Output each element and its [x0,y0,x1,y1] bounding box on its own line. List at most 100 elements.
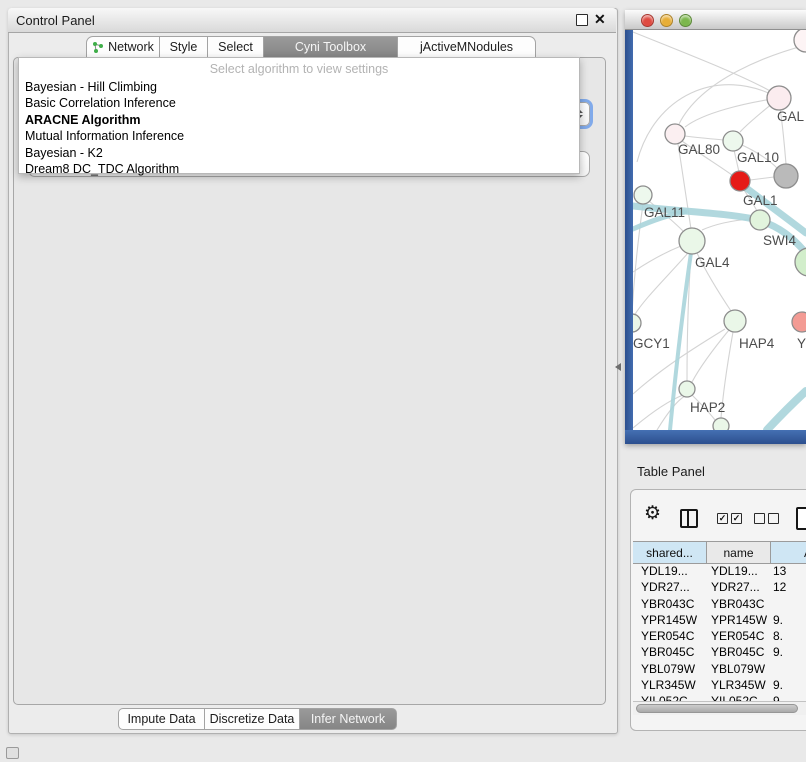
float-window-icon[interactable] [576,14,588,26]
splitter-collapse-icon[interactable] [615,363,621,371]
network-node-hap2[interactable] [679,381,695,397]
bottom-tabs: Impute Data Discretize Data Infer Networ… [118,708,397,730]
network-node-gal80[interactable] [665,124,685,144]
network-node-gal[interactable] [767,86,791,110]
table-cell[interactable]: YLR345W [633,677,707,693]
network-node-gal11[interactable] [634,186,652,204]
network-edge-highlighted[interactable] [670,246,692,430]
tab-network[interactable]: Network [86,36,160,58]
scrollbar-thumb[interactable] [636,704,798,713]
network-edge[interactable] [634,253,688,316]
table-cell[interactable]: 9. [771,677,806,693]
network-edge[interactable] [750,177,774,180]
table-cell[interactable]: YDL19... [633,563,707,579]
table-cell[interactable]: 9. [771,644,806,660]
network-node-gcy1[interactable] [633,314,641,332]
column-header-3[interactable]: A [771,542,806,563]
table-document-icon[interactable] [796,507,806,530]
network-node-swi4[interactable] [750,210,770,230]
tab-jactivemnodules[interactable]: jActiveMNodules [398,36,536,58]
table-cell[interactable]: 12 [771,579,806,595]
tab-select[interactable]: Select [208,36,264,58]
table-row[interactable]: YPR145WYPR145W9. [633,612,806,628]
network-node-label: GAL [777,109,805,124]
tab-discretize-data[interactable]: Discretize Data [205,708,300,730]
network-node-gal4[interactable] [679,228,705,254]
control-panel-titlebar[interactable]: Control Panel ✕ [8,8,616,33]
network-node[interactable] [794,30,806,52]
table-cell[interactable]: 8. [771,628,806,644]
control-panel-tabs: Network Style Select Cyni Toolbox jActiv… [86,36,536,58]
network-canvas[interactable]: GALGAL80GAL10GAL1GAL11SWI4GAL4GCY1HAP4YH… [633,30,806,430]
network-edge[interactable] [633,204,643,314]
network-edge[interactable] [685,98,779,127]
close-traffic-light[interactable] [641,14,654,27]
table-cell[interactable]: 9. [771,693,806,701]
table-row[interactable]: YER054CYER054C8. [633,628,806,644]
algorithm-option[interactable]: Bayesian - Hill Climbing [25,79,573,95]
table-cell[interactable]: 9. [771,612,806,628]
tab-infer-network[interactable]: Infer Network [300,708,397,730]
column-header-shared[interactable]: shared... [633,542,707,563]
network-window-titlebar[interactable] [625,10,806,30]
checked-checkboxes-icon[interactable]: ✓✓ [717,513,742,524]
algorithm-option[interactable]: Bayesian - K2 [25,145,573,161]
network-node-label: Y [797,336,806,351]
split-column-icon[interactable] [680,509,698,528]
network-node-y[interactable] [792,312,806,332]
table-cell[interactable]: YDR27... [633,579,707,595]
minimized-panel-icon[interactable] [6,747,19,759]
algorithm-option[interactable]: ARACNE Algorithm [25,112,573,128]
network-node-gal1[interactable] [730,171,750,191]
table-cell[interactable]: YBR043C [707,596,771,612]
close-icon[interactable]: ✕ [594,11,606,28]
table-row[interactable]: YDL19...YDL19...13 [633,563,806,579]
network-node-label: HAP2 [690,400,725,415]
tab-label: Network [108,40,154,54]
network-node-hap4[interactable] [724,310,746,332]
table-row[interactable]: YDR27...YDR27...12 [633,579,806,595]
table-row[interactable]: YIL052CYIL052C9. [633,693,806,701]
algorithm-option[interactable]: Dream8 DC_TDC Algorithm [25,161,573,177]
tab-style[interactable]: Style [160,36,208,58]
table-cell[interactable]: YDR27... [707,579,771,595]
table-cell[interactable]: YIL052C [633,693,707,701]
tab-impute-data[interactable]: Impute Data [118,708,205,730]
column-header-name[interactable]: name [707,542,771,563]
table-horizontal-scrollbar[interactable] [633,701,806,715]
algorithm-option[interactable]: Mutual Information Inference [25,128,573,144]
unchecked-checkboxes-icon[interactable] [754,513,779,524]
network-node-gal10[interactable] [723,131,743,151]
table-cell[interactable]: YBR043C [633,596,707,612]
table-cell[interactable]: YBL079W [707,661,771,677]
table-row[interactable]: YBR043CYBR043C [633,596,806,612]
table-row[interactable]: YLR345WYLR345W9. [633,677,806,693]
table-cell[interactable]: YER054C [633,628,707,644]
network-edge[interactable] [633,395,683,428]
tab-cyni-toolbox[interactable]: Cyni Toolbox [264,36,398,58]
table-cell[interactable]: YBL079W [633,661,707,677]
table-cell[interactable]: YPR145W [633,612,707,628]
table-row[interactable]: YBL079WYBL079W [633,661,806,677]
table-cell[interactable]: YPR145W [707,612,771,628]
table-cell[interactable] [771,596,806,612]
minimize-traffic-light[interactable] [660,14,673,27]
gear-icon[interactable]: ⚙ [644,504,661,523]
network-node[interactable] [774,164,798,188]
network-edge-highlighted[interactable] [767,391,806,430]
table-cell[interactable]: YDL19... [707,563,771,579]
network-edge[interactable] [685,136,724,140]
network-node[interactable] [713,418,729,430]
algorithm-option[interactable]: Basic Correlation Inference [25,95,573,111]
zoom-traffic-light[interactable] [679,14,692,27]
table-cell[interactable]: YLR345W [707,677,771,693]
table-row[interactable]: YBR045CYBR045C9. [633,644,806,660]
table-cell[interactable]: 13 [771,563,806,579]
network-node[interactable] [795,248,806,276]
table-cell[interactable]: YBR045C [633,644,707,660]
table-cell[interactable]: YIL052C [707,693,771,701]
table-cell[interactable]: YBR045C [707,644,771,660]
network-edge[interactable] [633,32,772,92]
table-cell[interactable] [771,661,806,677]
table-cell[interactable]: YER054C [707,628,771,644]
